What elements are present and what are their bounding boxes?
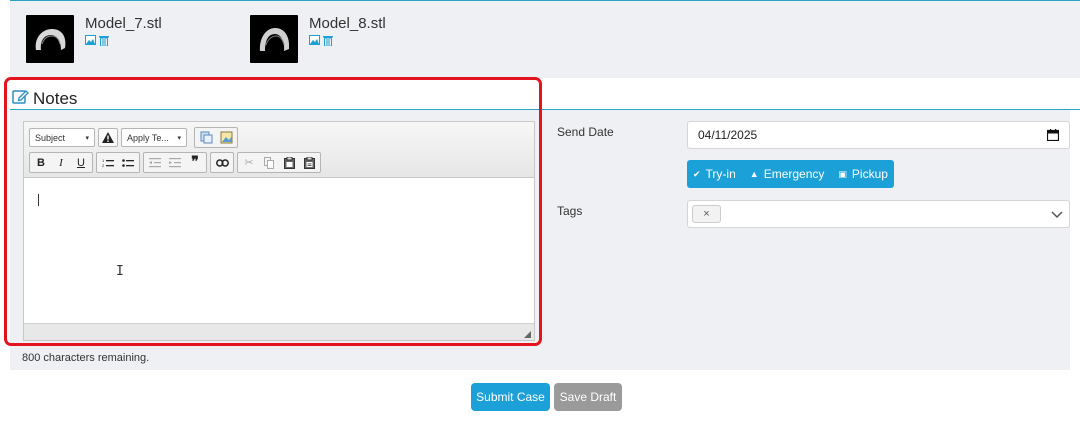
save-draft-button[interactable]: Save Draft	[554, 383, 622, 411]
warning-icon[interactable]	[98, 128, 118, 147]
paste-text-icon[interactable]	[299, 153, 319, 172]
subject-dropdown[interactable]: Subject ▾	[29, 128, 95, 147]
apply-template-dropdown[interactable]: Apply Te... ▾	[121, 128, 187, 147]
pickup-button[interactable]: ▣ Pickup	[838, 167, 888, 181]
link-icon[interactable]	[212, 153, 232, 172]
model-thumbnail[interactable]	[250, 15, 298, 63]
trash-icon[interactable]	[323, 35, 333, 46]
clear-tag-button[interactable]: ×	[692, 205, 721, 223]
resize-handle-icon[interactable]	[524, 331, 531, 338]
send-date-value: 04/11/2025	[698, 128, 758, 142]
warning-icon: ▲	[749, 169, 759, 179]
notes-section-header: Notes	[10, 86, 1080, 110]
emergency-label: Emergency	[763, 167, 825, 181]
tags-select[interactable]: ×	[687, 200, 1070, 228]
submit-case-button[interactable]: Submit Case	[471, 383, 550, 411]
models-panel: Model_7.stl Model_8.stl	[10, 0, 1080, 78]
template-copy-icon[interactable]	[196, 128, 216, 147]
case-options-group: ✔ Try-in ▲ Emergency ▣ Pickup	[687, 160, 894, 188]
tags-label: Tags	[557, 204, 583, 218]
text-caret	[38, 194, 39, 206]
bold-icon[interactable]: B	[31, 153, 51, 172]
edit-icon	[12, 88, 29, 110]
send-date-label: Send Date	[557, 125, 614, 139]
characters-remaining: 800 characters remaining.	[22, 352, 150, 364]
unordered-list-icon[interactable]	[118, 153, 138, 172]
box-icon: ▣	[838, 168, 847, 179]
image-icon[interactable]	[85, 35, 96, 46]
editor-statusbar	[24, 323, 534, 340]
model-thumbnail[interactable]	[26, 15, 74, 63]
check-icon: ✔	[693, 168, 701, 179]
copy-icon[interactable]	[259, 153, 279, 172]
template-image-icon[interactable]	[216, 128, 236, 147]
notes-textarea[interactable]: I	[24, 178, 534, 324]
outdent-icon[interactable]	[145, 153, 165, 172]
model-item: Model_8.stl	[250, 15, 386, 63]
paste-icon[interactable]	[279, 153, 299, 172]
italic-icon[interactable]: I	[51, 153, 71, 172]
indent-icon[interactable]	[165, 153, 185, 172]
calendar-icon[interactable]	[1046, 129, 1060, 144]
underline-icon[interactable]: U	[71, 153, 91, 172]
image-icon[interactable]	[309, 35, 320, 46]
apply-template-label: Apply Te...	[127, 132, 169, 143]
ordered-list-icon[interactable]: 12	[98, 153, 118, 172]
try-in-button[interactable]: ✔ Try-in	[693, 167, 736, 181]
chevron-down-icon[interactable]	[1051, 207, 1063, 225]
notes-editor: Subject ▾ Apply Te... ▾ B I U 1 2 ❞ ✂ I	[23, 121, 535, 341]
trash-icon[interactable]	[99, 35, 109, 46]
chevron-down-icon: ▾	[85, 134, 89, 142]
pickup-label: Pickup	[851, 167, 888, 181]
editor-toolbar: Subject ▾ Apply Te... ▾ B I U 1 2 ❞ ✂	[24, 122, 534, 178]
cut-icon[interactable]: ✂	[239, 153, 259, 172]
model-name: Model_7.stl	[85, 15, 162, 32]
model-item: Model_7.stl	[26, 15, 162, 63]
send-date-input[interactable]: 04/11/2025	[687, 121, 1070, 149]
blockquote-icon[interactable]: ❞	[185, 153, 205, 172]
subject-dropdown-label: Subject	[35, 132, 66, 143]
svg-text:2: 2	[102, 163, 105, 168]
ibeam-cursor-icon: I	[116, 264, 124, 279]
model-name: Model_8.stl	[309, 15, 386, 32]
emergency-button[interactable]: ▲ Emergency	[750, 167, 825, 181]
notes-title: Notes	[33, 89, 78, 108]
try-in-label: Try-in	[705, 167, 736, 181]
chevron-down-icon: ▾	[177, 134, 181, 142]
